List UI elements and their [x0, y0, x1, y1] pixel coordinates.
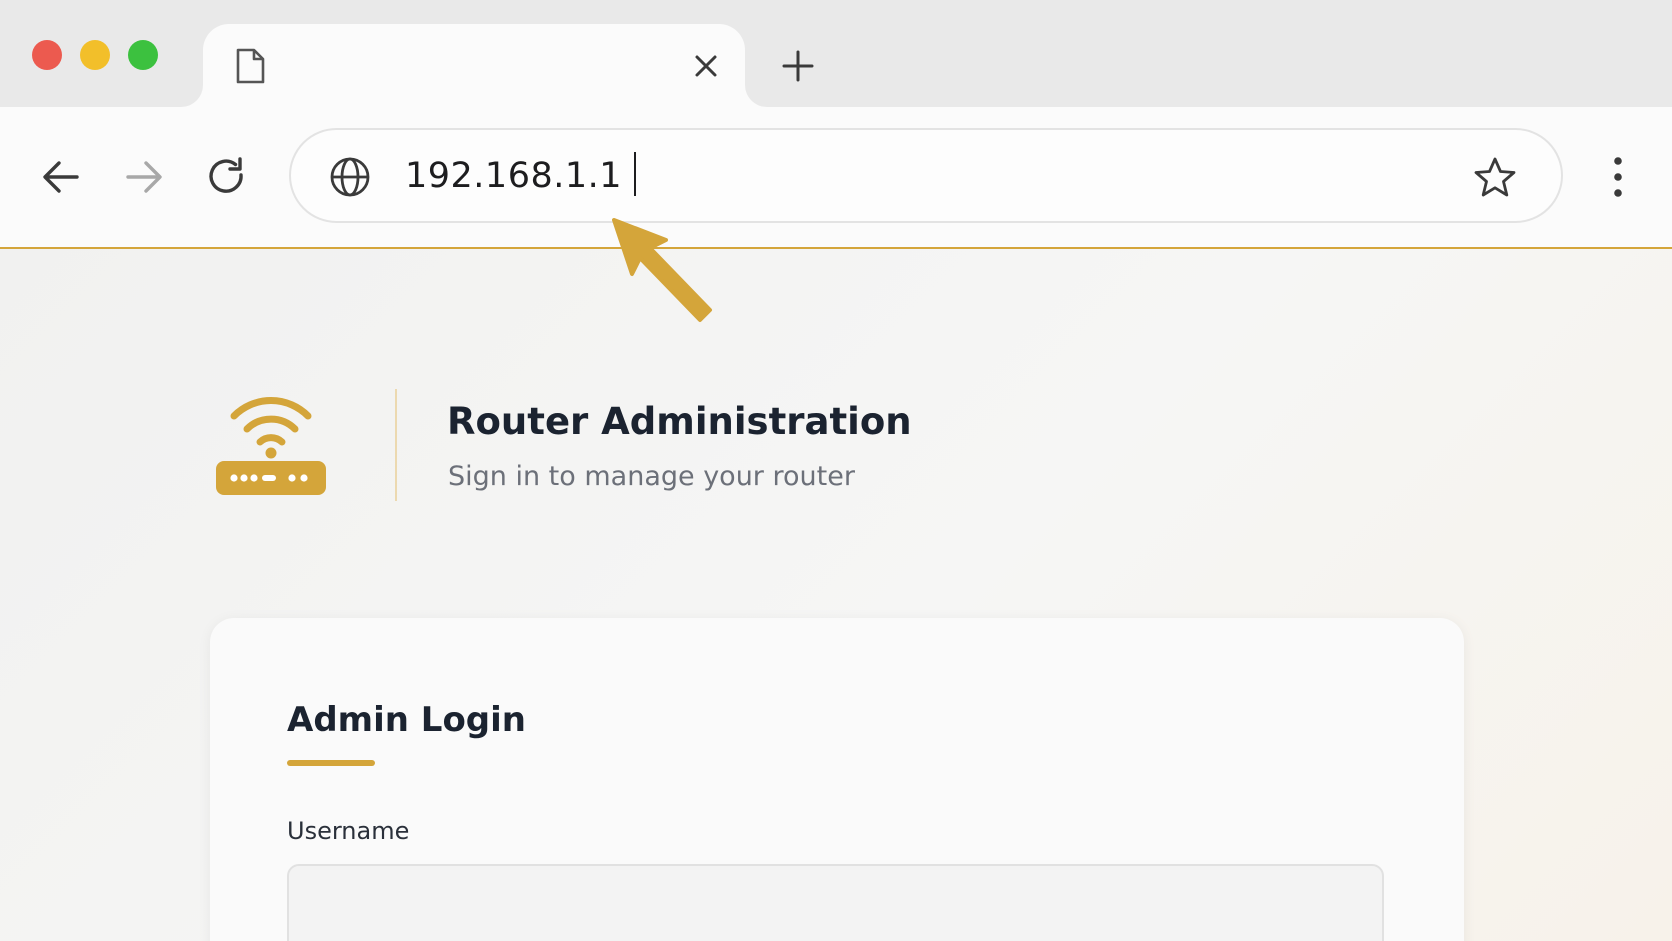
- globe-icon: [330, 157, 370, 197]
- star-icon[interactable]: [1473, 156, 1517, 198]
- address-bar-url[interactable]: 192.168.1.1: [405, 151, 637, 201]
- login-card: Admin Login Username: [210, 618, 1464, 941]
- text-caret: [634, 152, 637, 196]
- window-maximize-button[interactable]: [128, 40, 158, 70]
- username-input[interactable]: [287, 864, 1384, 941]
- browser-window: 192.168.1.1 Router Administration Sign i…: [0, 0, 1672, 941]
- title-accent-bar: [287, 760, 375, 766]
- tab-strip: [0, 0, 1672, 107]
- username-label: Username: [287, 817, 410, 845]
- reload-icon[interactable]: [205, 155, 249, 199]
- arrow-right-icon[interactable]: [122, 155, 166, 199]
- browser-tab[interactable]: [203, 24, 745, 107]
- close-icon[interactable]: [688, 48, 724, 84]
- page-subtitle: Sign in to manage your router: [448, 461, 855, 492]
- kebab-menu-icon[interactable]: [1604, 155, 1632, 199]
- arrow-pointer-icon: [612, 218, 712, 322]
- arrow-left-icon[interactable]: [39, 155, 83, 199]
- page-icon: [236, 48, 265, 84]
- url-text: 192.168.1.1: [405, 156, 623, 196]
- login-title: Admin Login: [287, 700, 526, 740]
- plus-icon[interactable]: [778, 46, 818, 86]
- page-title: Router Administration: [447, 400, 912, 443]
- browser-toolbar: 192.168.1.1: [0, 107, 1672, 249]
- address-bar[interactable]: 192.168.1.1: [289, 128, 1563, 223]
- window-minimize-button[interactable]: [80, 40, 110, 70]
- router-wifi-icon: [216, 397, 326, 495]
- router-login-page: Router Administration Sign in to manage …: [0, 249, 1672, 941]
- header-divider: [395, 389, 397, 501]
- window-close-button[interactable]: [32, 40, 62, 70]
